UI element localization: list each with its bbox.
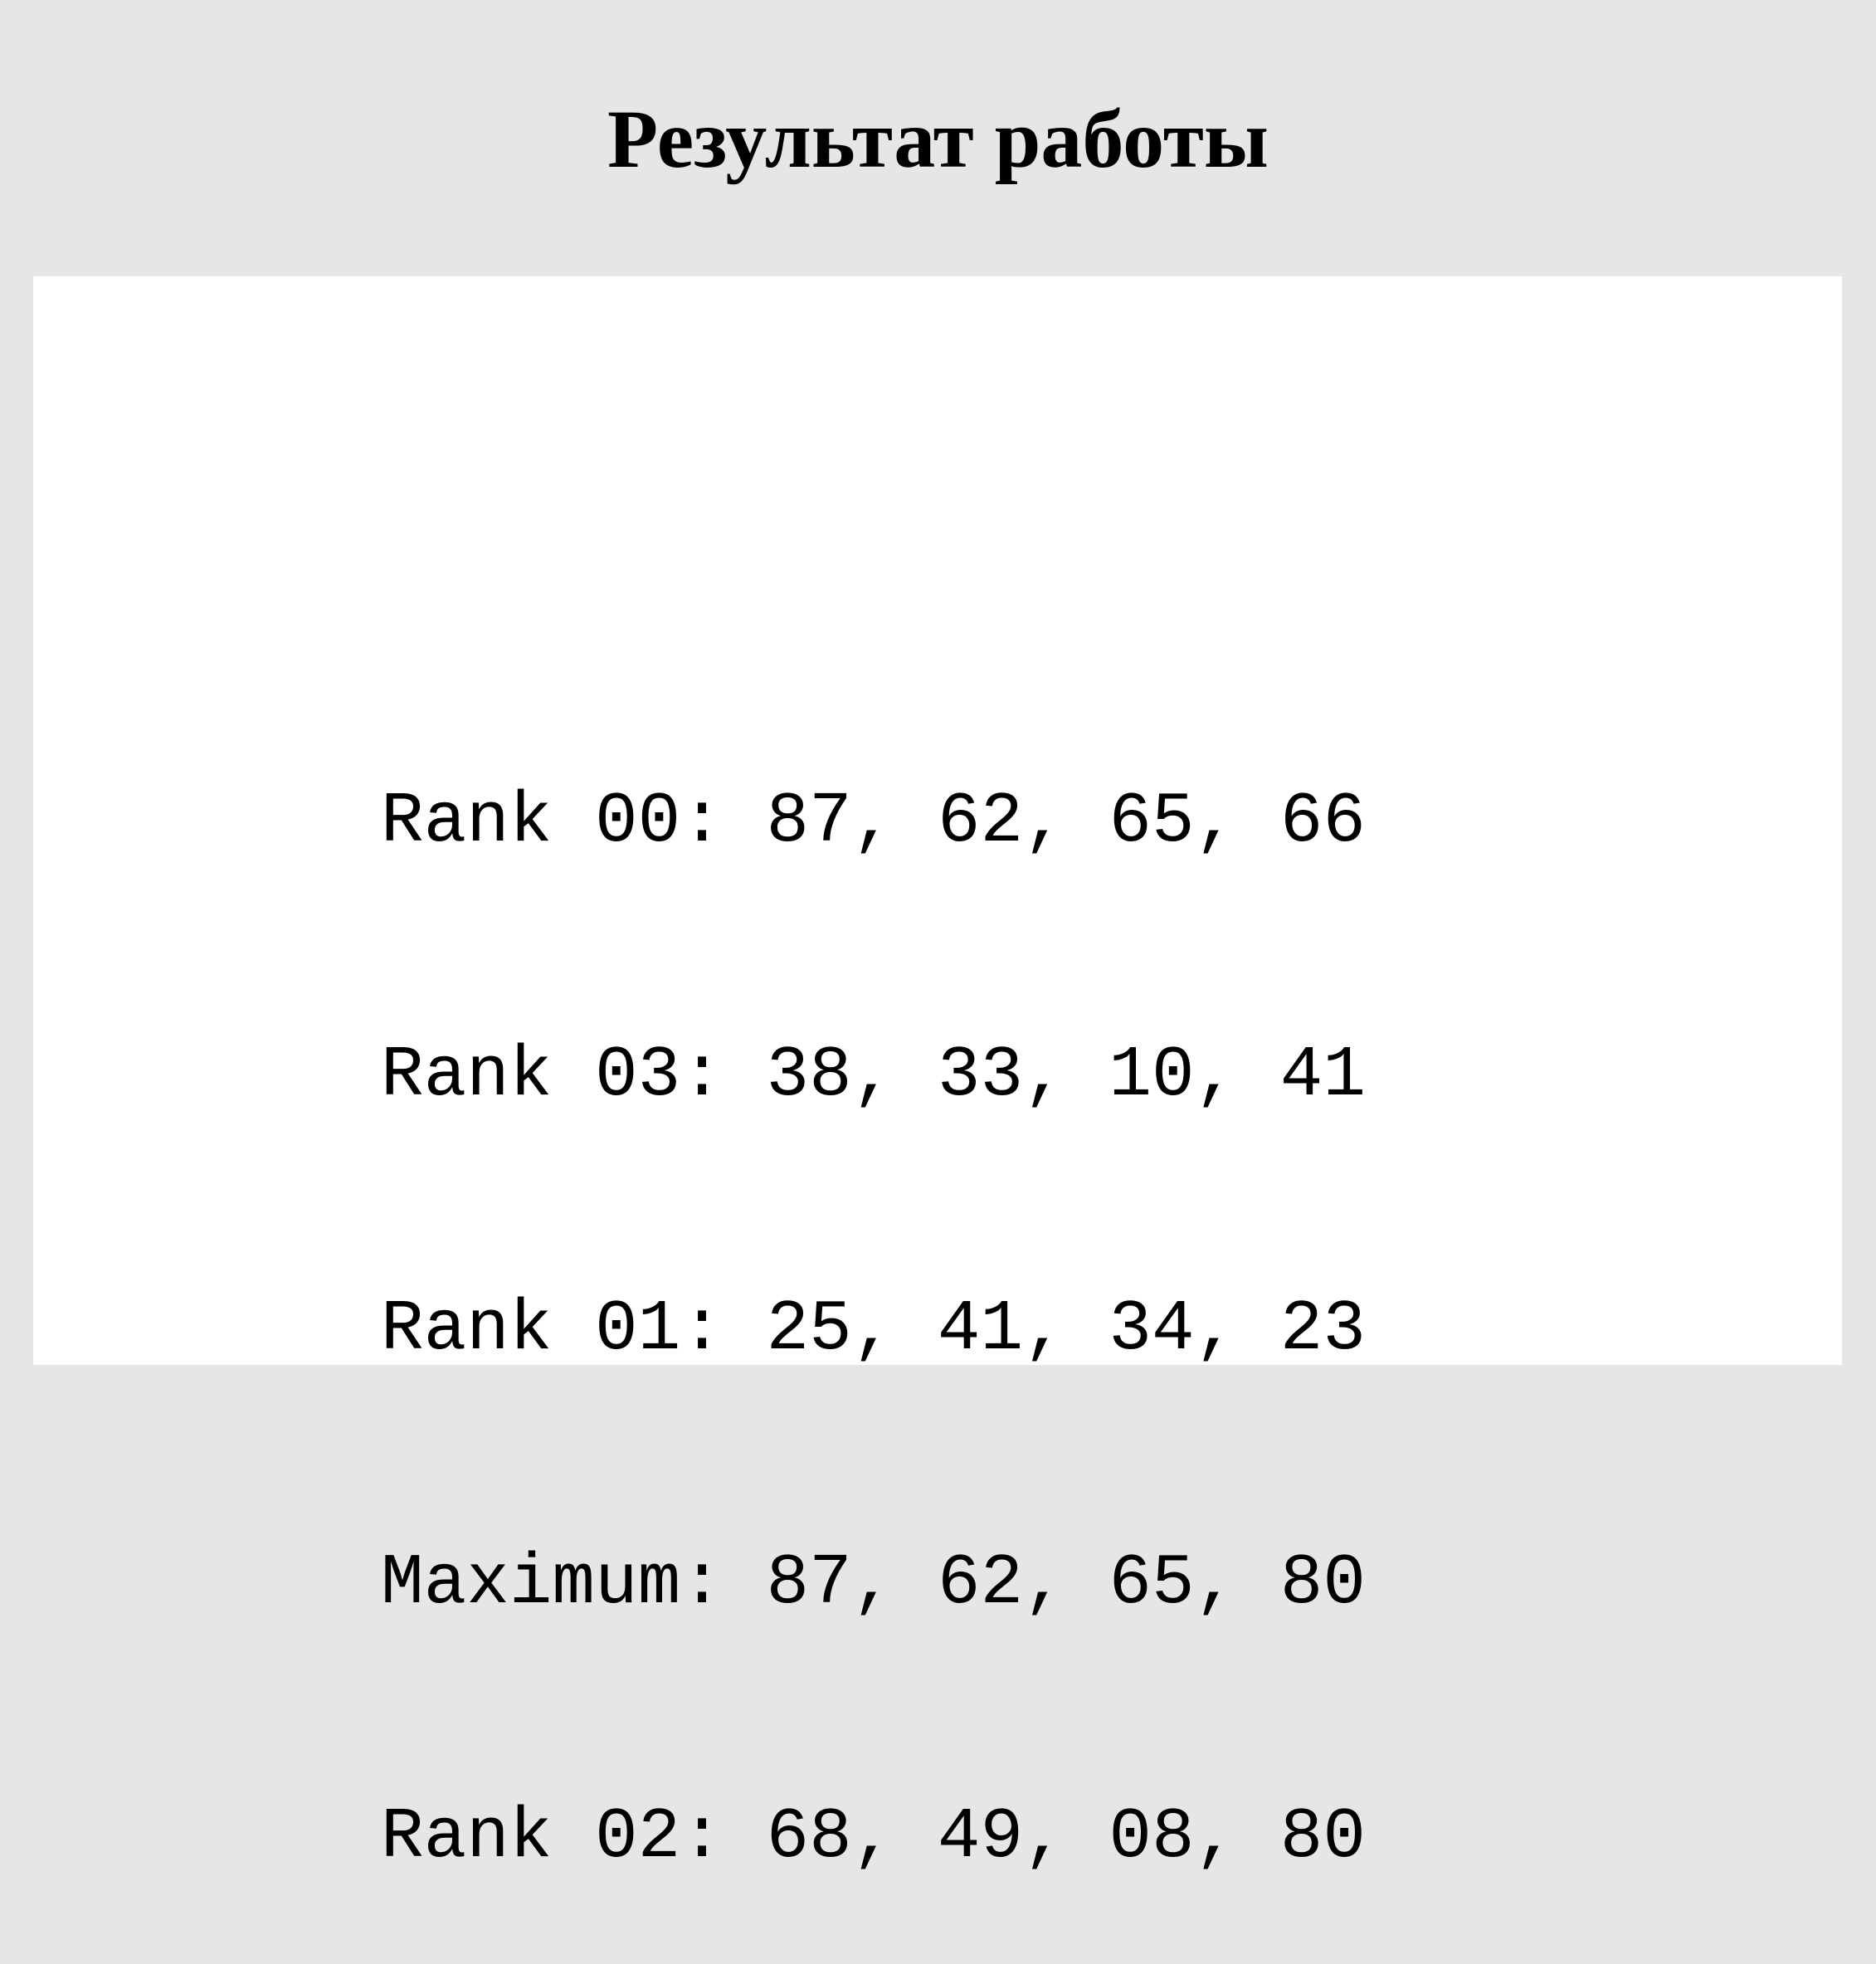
output-line-maximum: Maximum: 87, 62, 65, 80 <box>381 1542 1366 1624</box>
slide-title: Результат работы <box>607 93 1269 185</box>
output-line-rank-03: Rank 03: 38, 33, 10, 41 <box>381 1035 1366 1116</box>
output-line-rank-01: Rank 01: 25, 41, 34, 23 <box>381 1289 1366 1370</box>
output-line-rank-02: Rank 02: 68, 49, 08, 80 <box>381 1796 1366 1878</box>
program-output: Rank 00: 87, 62, 65, 66 Rank 03: 38, 33,… <box>381 610 1366 1964</box>
output-line-rank-00: Rank 00: 87, 62, 65, 66 <box>381 781 1366 862</box>
